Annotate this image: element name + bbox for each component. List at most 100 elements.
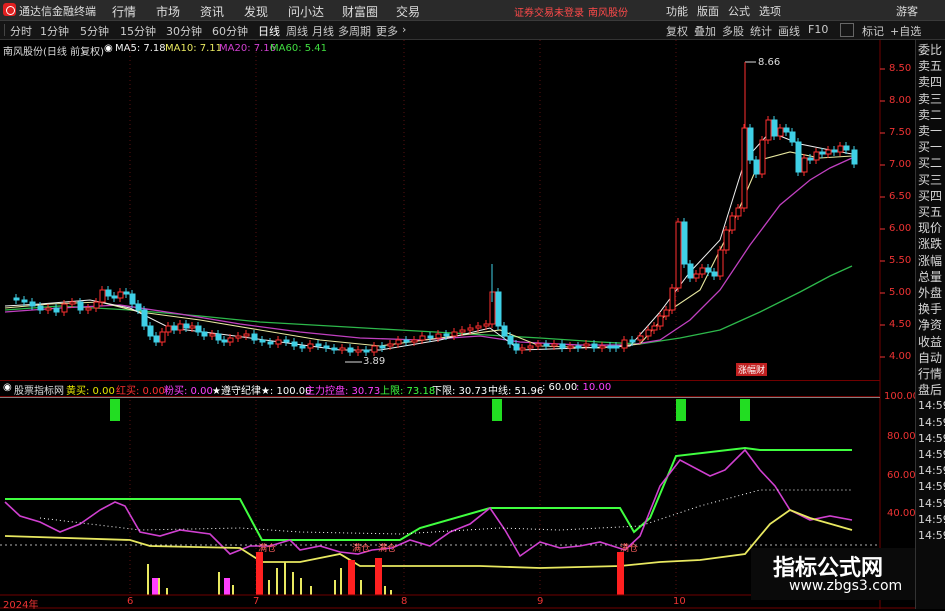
full-position-label: 满仓 — [352, 544, 371, 554]
period-daily[interactable]: 日线 — [258, 23, 280, 39]
menu-formula[interactable]: 公式 — [728, 3, 750, 19]
quote-panel-item: 14:59 — [918, 480, 945, 494]
ma60-value: MA60: 5.41 — [270, 43, 328, 54]
screenshot-icon[interactable] — [840, 23, 854, 37]
adjust-button[interactable]: 复权 — [666, 23, 688, 39]
candle-body — [411, 339, 418, 343]
indicator-settings-icon[interactable]: ◉ — [3, 382, 12, 393]
candle-body — [583, 343, 590, 347]
menu-ask[interactable]: 问小达 — [288, 3, 324, 20]
menu-news[interactable]: 资讯 — [200, 3, 224, 20]
mark-button[interactable]: 标记 — [862, 23, 884, 39]
upper-limit-line — [5, 446, 852, 541]
candle-body — [789, 131, 796, 143]
candle-body — [687, 263, 694, 279]
period-60min[interactable]: 60分钟 — [212, 23, 248, 39]
candle-body — [13, 297, 20, 301]
candle-body — [699, 267, 706, 275]
menu-discover[interactable]: 发现 — [244, 3, 268, 20]
candle-body — [159, 331, 166, 343]
price-tick-label: 7.50 — [889, 127, 912, 138]
quote-panel-item: 14:59 — [918, 529, 945, 542]
menu-quotes[interactable]: 行情 — [112, 3, 136, 20]
period-1min[interactable]: 1分钟 — [40, 23, 69, 39]
watermark: 指标公式网 www.zbgs3.com — [751, 548, 915, 600]
price-tick-label: 7.00 — [889, 159, 912, 170]
control-value: 主力控盘: 30.73 — [305, 386, 381, 397]
candle-body — [323, 345, 330, 349]
quote-panel-item: 卖四 — [918, 75, 943, 90]
menu-wealth[interactable]: 财富圈 — [342, 3, 378, 20]
price-ticks — [880, 68, 885, 358]
candle-body — [669, 287, 676, 311]
period-monthly[interactable]: 月线 — [312, 23, 334, 39]
draw-button[interactable]: 画线 — [778, 23, 800, 39]
period-weekly[interactable]: 周线 — [286, 23, 308, 39]
candle-body — [235, 335, 242, 339]
stats-button[interactable]: 统计 — [750, 23, 772, 39]
period-15min[interactable]: 15分钟 — [120, 23, 156, 39]
candle-body — [607, 345, 614, 349]
quote-panel-item: 换手 — [918, 302, 943, 317]
period-multi[interactable]: 多周期 — [338, 23, 371, 39]
full-position-label: 满仓 — [620, 544, 639, 554]
candle-body — [519, 347, 526, 351]
candle-body — [825, 149, 832, 155]
candle-body — [551, 343, 558, 347]
quote-side-panel: 委比 卖五 卖四 卖三 卖二 卖一 买一 买二 买三 买四 买五 现价 涨跌 涨幅 总量 外盘 换手 净资 收益 自动… — [915, 40, 945, 609]
menu-trade[interactable]: 交易 — [396, 3, 420, 20]
period-5min[interactable]: 5分钟 — [80, 23, 109, 39]
candle-body — [795, 141, 802, 173]
multi-stock-button[interactable]: 多股 — [722, 23, 744, 39]
overlay-button[interactable]: 叠加 — [694, 23, 716, 39]
price-tick-label: 5.00 — [889, 287, 912, 298]
candle-body — [657, 315, 664, 327]
login-notice[interactable]: 证券交易未登录 — [514, 4, 584, 19]
indicator-tick-label: 40.00 — [887, 508, 916, 519]
candle-body — [177, 323, 184, 331]
period-tick[interactable]: 分时 — [10, 23, 32, 39]
candle-body — [363, 349, 370, 353]
candle-body — [283, 339, 290, 343]
quote-panel-item: 卖五 — [918, 59, 943, 74]
add-favorite-button[interactable]: +自选 — [890, 23, 921, 39]
candle-body — [735, 207, 742, 217]
candle-body — [663, 309, 670, 317]
period-more[interactable]: 更多 — [376, 23, 398, 39]
guest-user[interactable]: 游客 — [896, 3, 918, 19]
candle-body — [675, 221, 682, 289]
event-badge[interactable]: 涨幅财 — [736, 363, 768, 376]
menu-market[interactable]: 市场 — [156, 3, 180, 20]
chart-canvas[interactable] — [0, 40, 915, 609]
menu-function[interactable]: 功能 — [666, 3, 688, 19]
upper-limit-value: 上限: 73.18 — [380, 386, 436, 397]
quote-panel-item: 14:59 — [918, 464, 945, 478]
quote-panel-item: 卖一 — [918, 124, 943, 138]
yellow-buy-bars — [147, 562, 392, 595]
quote-panel-item: 涨跌 — [918, 237, 943, 252]
f10-button[interactable]: F10 — [808, 23, 828, 36]
menu-layout[interactable]: 版面 — [697, 3, 719, 19]
app-title: 通达信金融终端 — [19, 5, 96, 18]
period-30min[interactable]: 30分钟 — [166, 23, 202, 39]
max-price-label: 8.66 — [758, 57, 781, 68]
candle-body — [111, 295, 118, 299]
quote-panel-item: 14:59 — [918, 448, 945, 461]
quote-panel-item: 14:59 — [918, 399, 945, 413]
chevron-right-icon[interactable]: › — [402, 23, 406, 36]
yellow-buy-value: 黄买: 0.00 — [66, 386, 115, 397]
candle-body — [77, 301, 84, 311]
candle-body — [621, 339, 628, 349]
ma5-value: MA5: 7.18 — [115, 43, 166, 54]
menu-options[interactable]: 选项 — [759, 3, 781, 19]
price-tick-label: 5.50 — [889, 255, 912, 266]
ma-toggle-icon[interactable]: ◉ — [104, 43, 113, 54]
indicator-name[interactable]: 股票指标网 — [14, 382, 64, 397]
candle-body — [475, 325, 482, 329]
candle-body — [53, 307, 60, 313]
price-tick-label: 6.50 — [889, 191, 912, 202]
candle-body — [783, 127, 790, 133]
candle-body — [61, 303, 68, 313]
candle-body — [93, 301, 100, 309]
candle-body — [403, 339, 410, 343]
